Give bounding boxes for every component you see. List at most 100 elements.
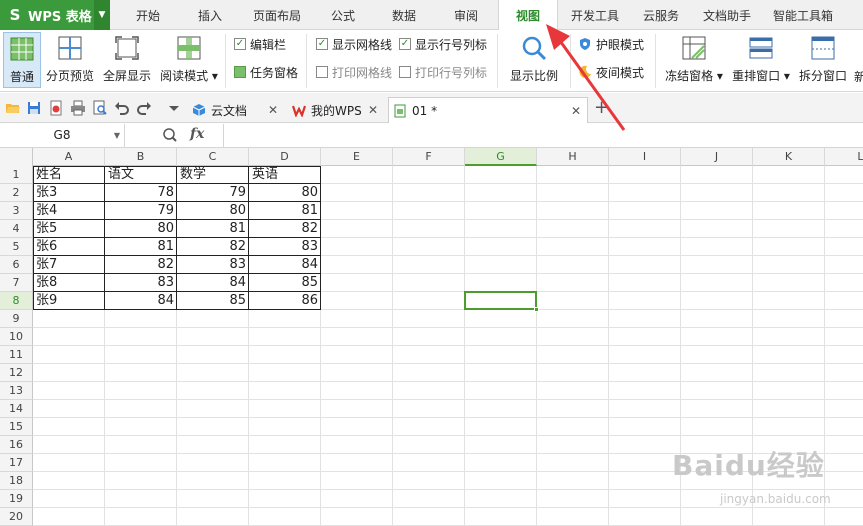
table-cell[interactable]: 张9 <box>33 292 105 310</box>
active-cell-selection[interactable] <box>464 291 539 312</box>
table-cell[interactable]: 82 <box>249 220 321 238</box>
column-header-l[interactable]: L <box>825 148 863 166</box>
export-pdf-icon[interactable] <box>48 100 64 116</box>
column-header-a[interactable]: A <box>33 148 105 166</box>
print-preview-icon[interactable] <box>92 100 108 116</box>
table-header-cell[interactable]: 英语 <box>249 166 321 184</box>
column-header-b[interactable]: B <box>105 148 177 166</box>
tab-data[interactable]: 数据 <box>374 0 434 30</box>
row-header-3[interactable]: 3 <box>0 202 33 220</box>
save-icon[interactable] <box>26 100 42 116</box>
redo-icon[interactable] <box>136 100 152 116</box>
column-header-h[interactable]: H <box>537 148 609 166</box>
table-cell[interactable]: 79 <box>177 184 249 202</box>
column-header-j[interactable]: J <box>681 148 753 166</box>
tab-smart-toolbox[interactable]: 智能工具箱 <box>764 0 842 30</box>
table-cell[interactable]: 82 <box>177 238 249 256</box>
chevron-down-icon[interactable] <box>166 100 182 116</box>
row-header-17[interactable]: 17 <box>0 454 33 472</box>
row-header-16[interactable]: 16 <box>0 436 33 454</box>
row-header-6[interactable]: 6 <box>0 256 33 274</box>
close-icon[interactable]: ✕ <box>368 103 378 117</box>
tab-page-layout[interactable]: 页面布局 <box>242 0 312 30</box>
table-cell[interactable]: 81 <box>177 220 249 238</box>
tab-insert[interactable]: 插入 <box>180 0 240 30</box>
app-menu-button[interactable]: S WPS 表格 ▼ <box>0 0 110 30</box>
table-cell[interactable]: 80 <box>105 220 177 238</box>
print-gridlines-checkbox[interactable]: 打印网格线 <box>316 64 392 80</box>
table-cell[interactable]: 80 <box>177 202 249 220</box>
print-icon[interactable] <box>70 100 86 116</box>
table-cell[interactable]: 张8 <box>33 274 105 292</box>
table-cell[interactable]: 84 <box>105 292 177 310</box>
open-folder-icon[interactable] <box>5 100 21 116</box>
undo-icon[interactable] <box>114 100 130 116</box>
show-headers-checkbox[interactable]: ✓ 显示行号列标 <box>399 36 487 52</box>
row-header-20[interactable]: 20 <box>0 508 33 526</box>
table-cell[interactable]: 82 <box>105 256 177 274</box>
table-header-cell[interactable]: 语文 <box>105 166 177 184</box>
edit-bar-checkbox[interactable]: ✓ 编辑栏 <box>234 36 286 52</box>
print-headers-checkbox[interactable]: 打印行号列标 <box>399 64 487 80</box>
row-header-19[interactable]: 19 <box>0 490 33 508</box>
arrange-windows-button[interactable]: 重排窗口 ▾ <box>730 32 792 88</box>
freeze-panes-button[interactable]: 冻结窗格 ▾ <box>662 32 726 88</box>
tab-cloud-services[interactable]: 云服务 <box>632 0 690 30</box>
table-cell[interactable]: 83 <box>105 274 177 292</box>
normal-view-button[interactable]: 普通 <box>3 32 41 88</box>
table-header-cell[interactable]: 姓名 <box>33 166 105 184</box>
table-cell[interactable]: 83 <box>249 238 321 256</box>
show-gridlines-checkbox[interactable]: ✓ 显示网格线 <box>316 36 392 52</box>
row-header-10[interactable]: 10 <box>0 328 33 346</box>
table-cell[interactable]: 83 <box>177 256 249 274</box>
chevron-down-icon[interactable]: ▼ <box>94 0 110 30</box>
tab-start[interactable]: 开始 <box>118 0 178 30</box>
name-box[interactable]: G8 ▼ <box>0 124 125 148</box>
tab-review[interactable]: 审阅 <box>436 0 496 30</box>
tab-formulas[interactable]: 公式 <box>314 0 372 30</box>
table-cell[interactable]: 86 <box>249 292 321 310</box>
table-cell[interactable]: 81 <box>105 238 177 256</box>
table-cell[interactable]: 85 <box>249 274 321 292</box>
row-header-18[interactable]: 18 <box>0 472 33 490</box>
row-header-11[interactable]: 11 <box>0 346 33 364</box>
column-header-g[interactable]: G <box>465 148 537 166</box>
table-cell[interactable]: 张7 <box>33 256 105 274</box>
close-icon[interactable]: ✕ <box>268 103 278 117</box>
row-header-14[interactable]: 14 <box>0 400 33 418</box>
page-break-preview-button[interactable]: 分页预览 <box>44 32 96 88</box>
doc-tab-cloud-docs[interactable]: 云文档 ✕ <box>188 97 284 123</box>
split-window-button[interactable]: 拆分窗口 <box>796 32 850 88</box>
table-cell[interactable]: 81 <box>249 202 321 220</box>
task-pane-checkbox[interactable]: 任务窗格 <box>234 64 298 80</box>
row-header-15[interactable]: 15 <box>0 418 33 436</box>
row-header-1[interactable]: 1 <box>0 166 33 184</box>
tab-doc-assistant[interactable]: 文档助手 <box>694 0 760 30</box>
row-header-12[interactable]: 12 <box>0 364 33 382</box>
table-cell[interactable]: 张5 <box>33 220 105 238</box>
fill-handle[interactable] <box>534 307 539 312</box>
row-header-4[interactable]: 4 <box>0 220 33 238</box>
reading-mode-button[interactable]: 阅读模式 ▾ <box>158 32 220 88</box>
insert-function-button[interactable]: fx <box>190 126 204 142</box>
select-all-corner[interactable] <box>0 148 33 166</box>
chevron-down-icon[interactable]: ▼ <box>114 124 120 147</box>
table-cell[interactable]: 张4 <box>33 202 105 220</box>
column-header-d[interactable]: D <box>249 148 321 166</box>
column-header-c[interactable]: C <box>177 148 249 166</box>
new-window-button[interactable]: 新 <box>854 32 863 88</box>
table-cell[interactable]: 85 <box>177 292 249 310</box>
row-header-7[interactable]: 7 <box>0 274 33 292</box>
table-cell[interactable]: 张3 <box>33 184 105 202</box>
full-screen-button[interactable]: 全屏显示 <box>100 32 154 88</box>
table-cell[interactable]: 78 <box>105 184 177 202</box>
table-header-cell[interactable]: 数学 <box>177 166 249 184</box>
column-header-f[interactable]: F <box>393 148 465 166</box>
zoom-formula-icon[interactable] <box>162 127 178 143</box>
table-cell[interactable]: 80 <box>249 184 321 202</box>
table-cell[interactable]: 84 <box>177 274 249 292</box>
table-cell[interactable]: 张6 <box>33 238 105 256</box>
row-header-2[interactable]: 2 <box>0 184 33 202</box>
table-cell[interactable]: 84 <box>249 256 321 274</box>
doc-tab-my-wps[interactable]: 我的WPS ✕ <box>288 97 384 123</box>
